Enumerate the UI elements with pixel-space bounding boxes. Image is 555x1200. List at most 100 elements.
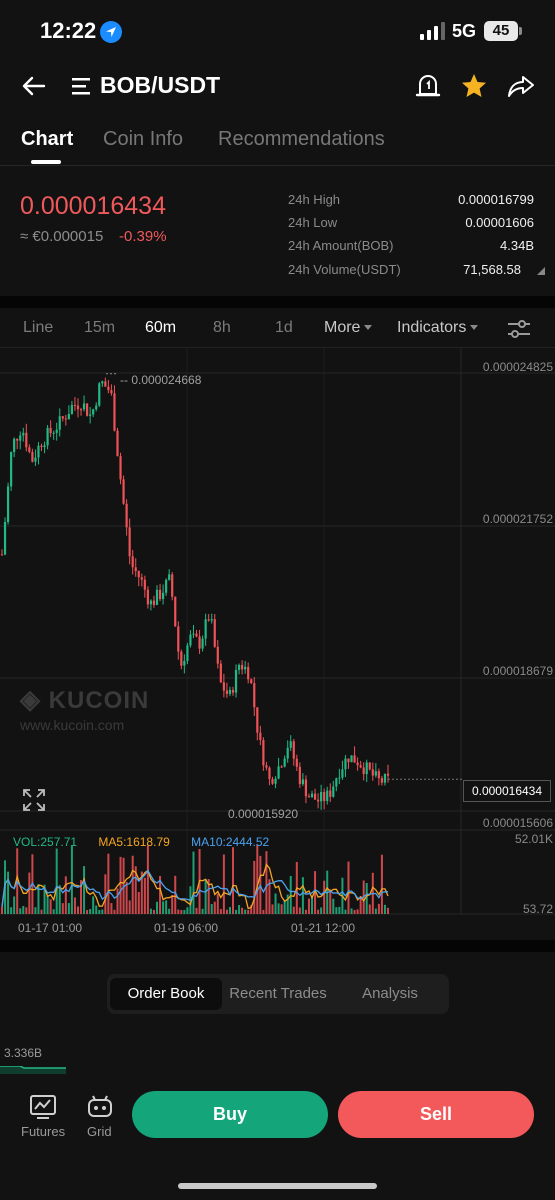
volume-bars-group [1,844,389,914]
vol-value: VOL:257.71 [13,835,78,849]
candle-body [137,571,140,578]
stat-value-volume: 71,568.58 [463,262,521,277]
price-alert-icon[interactable] [415,72,441,100]
volume-bar [46,895,49,914]
volume-bar [231,847,234,914]
more-dropdown[interactable]: More [324,319,373,337]
last-price: 0.000016434 [20,192,166,220]
tab-coin-info[interactable]: Coin Info [103,128,183,151]
candle-body [374,771,377,776]
fiat-price: ≈ €0.000015 [20,228,104,245]
share-icon[interactable] [507,72,535,100]
fullscreen-icon[interactable] [22,788,46,812]
candle-body [183,660,186,666]
grid-label[interactable]: Grid [87,1124,112,1139]
volume-bar [146,845,149,914]
candle-body [58,416,61,430]
volume-bar [186,907,189,914]
volume-bar [113,909,116,914]
tab-recommendations[interactable]: Recommendations [218,128,385,151]
volume-bar [107,853,110,914]
candle-body [161,592,165,600]
candle-body [204,619,207,639]
interval-1d[interactable]: 1d [275,319,293,337]
sell-button[interactable]: Sell [338,1091,534,1138]
volume-bar [280,904,283,914]
candle-body [250,679,253,684]
candle-body [70,404,74,414]
candlestick-chart[interactable] [0,348,555,940]
volume-bar [225,909,228,914]
volume-bar [265,851,268,914]
stat-label-volume: 24h Volume(USDT) [288,262,401,277]
top-tabs: Chart Coin Info Recommendations [0,118,555,166]
candle-body [28,447,31,452]
volume-bar [52,909,55,914]
volume-bar [204,879,207,914]
volume-bar [168,908,171,914]
interval-60m[interactable]: 60m [145,319,176,337]
y-label-3: 0.000015606 [482,816,553,830]
candle-body [295,758,298,767]
futures-icon[interactable] [29,1094,57,1120]
candle-body [174,596,177,627]
chart-settings-icon[interactable] [506,317,532,341]
volume-bar [152,909,155,914]
futures-label[interactable]: Futures [21,1124,65,1139]
candle-body [198,636,201,649]
star-icon[interactable] [460,72,488,100]
buy-button[interactable]: Buy [132,1091,328,1138]
candle-body [353,755,356,763]
menu-icon[interactable] [72,76,94,96]
volume-bar [137,891,140,914]
candle-body [307,796,311,798]
volume-bar [49,899,52,914]
candle-body [222,682,225,691]
candle-body [377,771,380,779]
volume-bar [365,883,368,914]
price-chart[interactable]: 0.000024825 0.000021752 0.000018679 0.00… [0,348,555,940]
candle-body [101,381,104,384]
interval-8h[interactable]: 8h [213,319,231,337]
candle-body [3,521,7,555]
tab-order-book[interactable]: Order Book [110,978,222,1010]
candle-body [76,405,80,410]
volume-bar [238,905,241,914]
pair-title[interactable]: BOB/USDT [100,72,220,99]
interval-15m[interactable]: 15m [84,319,115,337]
candle-body [171,574,174,597]
tab-analysis[interactable]: Analysis [334,978,446,1010]
pair-header: BOB/USDT [0,62,555,110]
tab-recent-trades[interactable]: Recent Trades [222,978,334,1010]
orderbook-tabs: Order Book Recent Trades Analysis [107,974,449,1014]
candle-body [274,778,277,784]
candle-body [380,778,384,783]
tab-chart[interactable]: Chart [21,128,73,151]
grid-bot-icon[interactable] [86,1094,114,1120]
indicators-dropdown[interactable]: Indicators [397,319,479,337]
volume-bar [162,901,165,914]
volume-bar [86,909,89,914]
volume-bar [320,907,323,914]
candle-body [134,567,137,572]
volume-bar [307,898,310,914]
interval-line[interactable]: Line [23,319,53,337]
volume-bar [171,894,174,914]
y-label-0: 0.000024825 [482,360,553,374]
stat-value-amount: 4.34B [500,238,534,253]
ma10-value: MA10:2444.52 [191,835,270,849]
candle-body [280,766,283,768]
stat-label-low: 24h Low [288,215,338,230]
volume-bar [277,903,280,914]
volume-bar [131,855,134,914]
volume-bar [383,904,386,914]
ma5-value: MA5:1618.79 [98,835,170,849]
volume-bar [344,909,347,914]
candle-body [43,445,46,448]
candle-body [92,409,95,415]
volume-bar [274,893,277,914]
candle-body [344,758,347,770]
location-icon [100,21,122,43]
volume-bar [125,881,128,914]
back-arrow-icon[interactable] [20,72,48,100]
